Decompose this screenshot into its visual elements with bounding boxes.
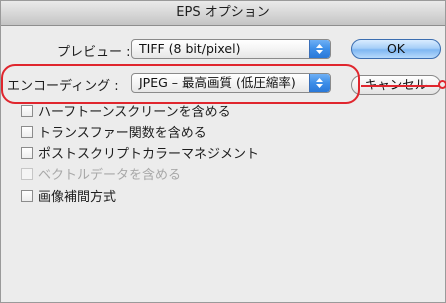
option-label: ベクトルデータを含める (38, 168, 182, 183)
option-label: トランスファー関数を含める (38, 126, 207, 141)
checkbox-icon (21, 168, 33, 180)
highlight-frame (1, 64, 360, 104)
checkbox-icon[interactable] (21, 126, 33, 138)
preview-popup[interactable]: TIFF (8 bit/pixel) (131, 39, 331, 59)
option-postscript-color-management[interactable]: ポストスクリプトカラーマネジメント (21, 146, 259, 164)
circle-marker-icon (438, 80, 446, 89)
preview-popup-value: TIFF (8 bit/pixel) (139, 41, 241, 56)
eps-options-dialog: EPS オプション プレビュー : TIFF (8 bit/pixel) OK … (0, 0, 446, 303)
preview-label: プレビュー : (57, 45, 131, 60)
option-halftone-screen[interactable]: ハーフトーンスクリーンを含める (21, 104, 231, 122)
checkbox-icon[interactable] (21, 190, 33, 202)
ok-button[interactable]: OK (351, 39, 441, 59)
option-label: ポストスクリプトカラーマネジメント (38, 147, 260, 162)
window-title: EPS オプション (1, 1, 445, 26)
up-down-chevron-icon (309, 40, 330, 58)
option-label: ハーフトーンスクリーンを含める (38, 105, 231, 120)
option-vector-data: ベクトルデータを含める (21, 167, 181, 185)
option-image-interpolation[interactable]: 画像補間方式 (21, 189, 116, 207)
callout-line (361, 85, 446, 87)
checkbox-icon[interactable] (21, 147, 33, 159)
option-label: 画像補間方式 (38, 190, 117, 205)
checkbox-icon[interactable] (21, 105, 33, 117)
option-transfer-function[interactable]: トランスファー関数を含める (21, 125, 207, 143)
